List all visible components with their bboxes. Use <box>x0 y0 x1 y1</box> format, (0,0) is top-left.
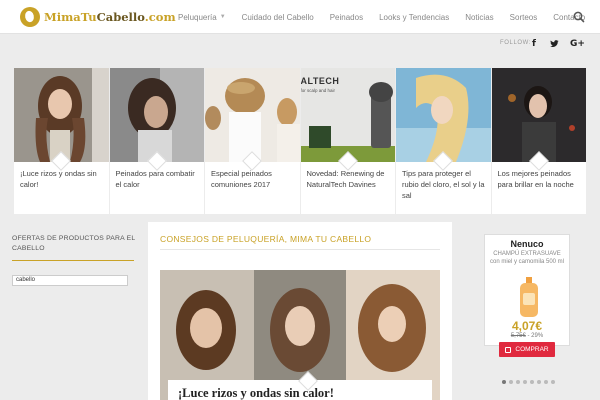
carousel-dot[interactable] <box>523 380 527 384</box>
featured-post-title[interactable]: ¡Luce rizos y ondas sin calor! <box>178 386 334 400</box>
slide-card[interactable]: Los mejores peinados para brillar en la … <box>491 68 587 214</box>
featured-post[interactable]: ¡Luce rizos y ondas sin calor! <box>160 270 440 400</box>
slide-title[interactable]: Especial peinados comuniones 2017 <box>211 168 295 190</box>
product-old-price: 5,75€ - 29% <box>510 333 544 339</box>
slide-card[interactable]: ¡Luce rizos y ondas sin calor! <box>14 68 110 214</box>
nav-item-cuidado[interactable]: Cuidado del Cabello <box>234 13 322 22</box>
nav-item-noticias[interactable]: Noticias <box>457 13 501 22</box>
slide-image: ALTECH for scalp and hair <box>300 68 395 162</box>
sidebar-divider <box>12 260 134 261</box>
logo-leaf-icon <box>20 7 40 27</box>
slide-overlay-subtext: for scalp and hair <box>300 88 336 93</box>
carousel-dots <box>502 380 555 384</box>
slide-title[interactable]: Los mejores peinados para brillar en la … <box>498 168 582 190</box>
nav-item-contacto[interactable]: Contacto <box>545 13 593 22</box>
carousel-dot[interactable] <box>509 380 513 384</box>
slide-card[interactable]: Peinados para combatir el calor <box>109 68 205 214</box>
slide-title[interactable]: Peinados para combatir el calor <box>116 168 200 190</box>
follow-label: FOLLOW: <box>500 40 532 46</box>
slide-title[interactable]: ¡Luce rizos y ondas sin calor! <box>20 168 104 190</box>
featured-slider: ¡Luce rizos y ondas sin calor! Peinados … <box>14 68 587 214</box>
carousel-dot[interactable] <box>530 380 534 384</box>
main-content: CONSEJOS DE PELUQUERÍA, MIMA TU CABELLO … <box>148 222 452 400</box>
chevron-down-icon: ▼ <box>219 14 226 20</box>
slide-image <box>491 68 586 162</box>
slide-title[interactable]: Novedad: Renewing de NaturalTech Davines <box>307 168 391 190</box>
site-header: MimaTuCabello.com Peluquería ▼ Cuidado de… <box>0 0 600 34</box>
slide-image <box>205 68 300 162</box>
product-description: CHAMPÚ EXTRASUAVE con miel y camomila 50… <box>489 251 565 265</box>
twitter-icon[interactable] <box>550 39 559 51</box>
nav-item-peinados[interactable]: Peinados <box>322 13 371 22</box>
slide-title[interactable]: Tips para proteger el rubio del cloro, e… <box>402 168 486 201</box>
nav-item-looks[interactable]: Looks y Tendencias <box>371 13 457 22</box>
slide-overlay-text: ALTECH <box>300 76 340 86</box>
nav-item-sorteos[interactable]: Sorteos <box>502 13 546 22</box>
buy-button[interactable]: COMPRAR <box>499 342 555 357</box>
shampoo-bottle-icon <box>520 277 538 317</box>
carousel-dot[interactable] <box>516 380 520 384</box>
search-input[interactable]: cabello <box>12 275 128 286</box>
slide-image <box>109 68 204 162</box>
sidebar-offers-title: OFERTAS DE PRODUCTOS PARA EL CABELLO <box>12 235 136 252</box>
logo-text: MimaTuCabello.com <box>44 10 176 24</box>
google-plus-icon[interactable]: G+ <box>570 39 585 49</box>
slide-card[interactable]: Tips para proteger el rubio del cloro, e… <box>396 68 492 214</box>
main-nav: Peluquería ▼ Cuidado del Cabello Peinados… <box>170 0 593 34</box>
facebook-icon[interactable]: f <box>532 39 536 49</box>
slide-card[interactable]: ALTECH for scalp and hair Novedad: Renew… <box>300 68 396 214</box>
slide-image <box>14 68 109 162</box>
shopping-bag-icon <box>505 346 512 353</box>
follow-bar: FOLLOW: f G+ <box>0 34 600 56</box>
sidebar-right: Nenuco CHAMPÚ EXTRASUAVE con miel y camo… <box>462 222 600 400</box>
featured-post-card[interactable]: ¡Luce rizos y ondas sin calor! <box>168 371 432 400</box>
carousel-dot[interactable] <box>502 380 506 384</box>
sidebar-left: OFERTAS DE PRODUCTOS PARA EL CABELLO cab… <box>12 234 136 286</box>
product-name: Nenuco <box>510 239 544 249</box>
search-icon[interactable] <box>572 10 586 24</box>
site-logo[interactable]: MimaTuCabello.com <box>20 7 176 27</box>
product-card[interactable]: Nenuco CHAMPÚ EXTRASUAVE con miel y camo… <box>484 234 570 346</box>
carousel-dot[interactable] <box>551 380 555 384</box>
product-price: 4,07€ <box>511 319 543 333</box>
nav-item-peluqueria[interactable]: Peluquería ▼ <box>170 13 234 22</box>
carousel-dot[interactable] <box>537 380 541 384</box>
section-divider <box>160 249 440 250</box>
section-heading: CONSEJOS DE PELUQUERÍA, MIMA TU CABELLO <box>160 234 372 244</box>
slide-image <box>396 68 491 162</box>
slide-card[interactable]: Especial peinados comuniones 2017 <box>205 68 301 214</box>
carousel-dot[interactable] <box>544 380 548 384</box>
